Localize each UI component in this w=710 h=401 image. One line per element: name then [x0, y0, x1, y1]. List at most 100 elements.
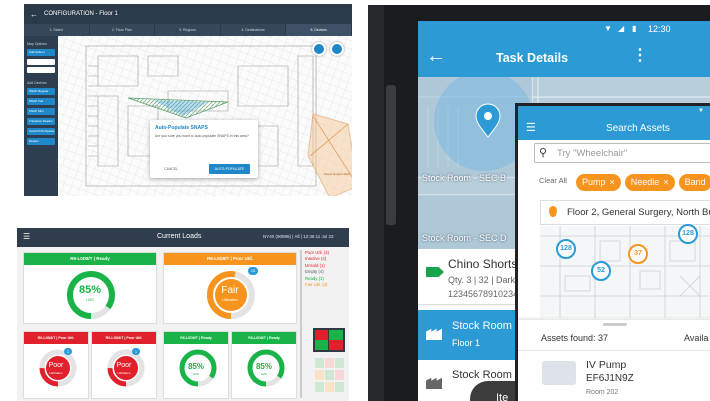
list-item-1-sub: Floor 1: [452, 338, 481, 348]
asset-name: IV Pump: [586, 359, 627, 371]
back-arrow-icon[interactable]: ←: [30, 10, 38, 19]
list-item-1-title: Stock Room -: [452, 320, 519, 332]
load-card-4-value: Poor: [116, 362, 132, 369]
menu-icon[interactable]: ☰: [23, 232, 30, 241]
load-card-5-header: R6-L0D8/T | Ready: [164, 332, 228, 344]
chip-pump[interactable]: Pump ×: [576, 173, 621, 191]
back-arrow-icon[interactable]: ←: [426, 45, 446, 68]
assets-list-sheet: Assets found: 37 Availa IV Pump EF6J1N9Z…: [518, 320, 710, 401]
load-card-2[interactable]: R6-L0D8/T | Poor Util. 15 Fair Utilizati…: [163, 252, 297, 324]
layers-fab-button[interactable]: [330, 42, 344, 56]
signal-icon: ▼: [698, 108, 704, 114]
add-devices-label: Add Devices: [27, 81, 47, 85]
legend-fair-util[interactable]: Fair Util. (3): [305, 282, 347, 288]
load-card-3-header: R6-L0D8/T | Poor Util.: [24, 332, 88, 344]
signal-icon: ◢: [618, 24, 625, 33]
wifi-icon: ▼: [604, 24, 612, 33]
load-card-6[interactable]: R6-L0D8/T | Ready 85% LMG: [231, 331, 297, 399]
device-transition-reader[interactable]: Transition Reader: [27, 118, 55, 125]
auto-populate-dialog: Auto-Populate SNAPS Are you sure you wan…: [150, 120, 258, 178]
config-title: CONFIGURATION - Floor 1: [44, 11, 118, 17]
config-header: ← CONFIGURATION - Floor 1: [24, 4, 352, 24]
chip-band[interactable]: Band: [678, 173, 710, 191]
step-floor-plan[interactable]: 2. Floor Plan: [90, 24, 156, 36]
map-pin-4[interactable]: 52: [591, 261, 611, 281]
map-pin-1-count: 128: [556, 239, 576, 259]
load-card-4-header: R6-L0D8/T | Poor Util.: [92, 332, 156, 344]
asset-row-iv-pump[interactable]: IV Pump EF6J1N9Z Room 202: [518, 350, 710, 401]
step-select[interactable]: 1. Select: [24, 24, 90, 36]
phone-bezel-left: [368, 5, 384, 401]
load-card-3-value: Poor: [48, 362, 64, 369]
search-placeholder: Try "Wheelchair": [557, 148, 628, 159]
dialog-body: Are you sure you want to auto-populate S…: [155, 134, 249, 138]
availability-filter[interactable]: Availa: [684, 333, 708, 343]
load-card-4-sub: Utilization: [117, 371, 131, 375]
chip-band-label: Band: [684, 177, 706, 187]
tag-icon: [426, 267, 444, 277]
device-snap-full[interactable]: SNAP Full: [27, 98, 55, 105]
load-card-4-pill: 1: [132, 348, 140, 355]
sheet-handle[interactable]: [603, 323, 627, 326]
load-card-2-sub: Utilization: [222, 298, 238, 302]
location-bar[interactable]: Floor 2, General Surgery, North Build: [540, 200, 710, 225]
add-subnet-button[interactable]: Add Subnet: [27, 49, 55, 56]
map-pin-1[interactable]: 128: [556, 239, 576, 259]
map-note: Select Region Start: [324, 172, 350, 176]
subnet-input-2[interactable]: [27, 67, 55, 73]
load-card-5-sub: LMG: [192, 372, 200, 376]
load-card-3-pill: 1: [64, 348, 72, 355]
dialog-cancel-button[interactable]: CANCEL: [164, 167, 178, 171]
load-card-1-value: 85%: [78, 284, 102, 296]
task-item-name: Chino Shorts: [448, 257, 518, 271]
map-pin-3-count: 128: [678, 224, 698, 244]
loads-title: Current Loads: [157, 233, 202, 240]
asset-room: Room 202: [586, 389, 619, 396]
battery-icon: ▮: [632, 24, 637, 33]
assets-found-count: Assets found: 37: [541, 333, 609, 343]
device-snap-mini[interactable]: SNAP Mini: [27, 108, 55, 115]
overflow-menu-icon[interactable]: ⋮: [632, 45, 648, 65]
search-icon: ⚲: [539, 147, 548, 159]
chip-needle-label: Needle: [630, 177, 660, 187]
clear-all-button[interactable]: Clear All: [539, 176, 567, 185]
filter-chips: Pump × Needle × Band: [576, 172, 710, 191]
task-details-title: Task Details: [496, 51, 569, 65]
status-bar: ▼ ◢ ▮ 12:30: [418, 21, 710, 39]
load-card-1-sub: LMG: [86, 298, 94, 302]
loads-legend: Poor Util. (4) Inactive (4) Unsold (1) E…: [305, 250, 347, 288]
load-card-4[interactable]: R6-L0D8/T | Poor Util. 1 Poor Utilizatio…: [91, 331, 157, 399]
map-pin-4-count: 52: [591, 261, 611, 281]
load-card-6-value: 85%: [255, 362, 272, 371]
list-item-2-title: Stock Room -: [452, 369, 519, 381]
close-icon[interactable]: ×: [610, 177, 615, 187]
loads-scrollbar[interactable]: [300, 250, 302, 398]
subnet-input[interactable]: [27, 59, 55, 65]
map-options-label: Map Options: [27, 42, 47, 46]
dialog-auto-populate-button[interactable]: AUTO-POPULATE: [208, 164, 250, 174]
load-card-1-header: R6-L0D8/T | Ready: [24, 253, 156, 265]
map-pin-2[interactable]: 37: [628, 244, 648, 264]
config-steps: 1. Select 2. Floor Plan 3. Regions 4. De…: [24, 24, 352, 36]
device-aerial-reader[interactable]: Aerial POS Reader: [27, 128, 55, 135]
region-fab-button[interactable]: [312, 42, 326, 56]
factory-icon: [426, 377, 442, 389]
chip-needle[interactable]: Needle ×: [624, 173, 675, 191]
close-icon[interactable]: ×: [663, 177, 668, 187]
current-loads-panel: ☰ Current Loads NY40 (90995) | All | 12:…: [17, 228, 349, 401]
loads-minimap[interactable]: [313, 328, 345, 398]
factory-icon: [426, 328, 442, 340]
load-card-3[interactable]: R6-L0D8/T | Poor Util. 1 Poor Utilizatio…: [23, 331, 89, 399]
menu-icon[interactable]: ☰: [526, 121, 536, 134]
step-destinations[interactable]: 4. Destinations: [221, 24, 287, 36]
asset-code: EF6J1N9Z: [586, 373, 634, 384]
map-pin-3[interactable]: 128: [678, 224, 698, 244]
search-input[interactable]: ⚲ Try "Wheelchair": [534, 143, 710, 163]
step-regions[interactable]: 3. Regions: [155, 24, 221, 36]
load-card-1[interactable]: R6-L0D8/T | Ready 85% LMG: [23, 252, 157, 324]
device-reader[interactable]: Reader: [27, 138, 55, 145]
location-text: Floor 2, General Surgery, North Build: [567, 207, 710, 218]
step-devices[interactable]: 5. Devices: [286, 24, 352, 36]
device-snap-regular[interactable]: SNAP Regular: [27, 88, 55, 95]
load-card-5[interactable]: R6-L0D8/T | Ready 85% LMG: [163, 331, 229, 399]
